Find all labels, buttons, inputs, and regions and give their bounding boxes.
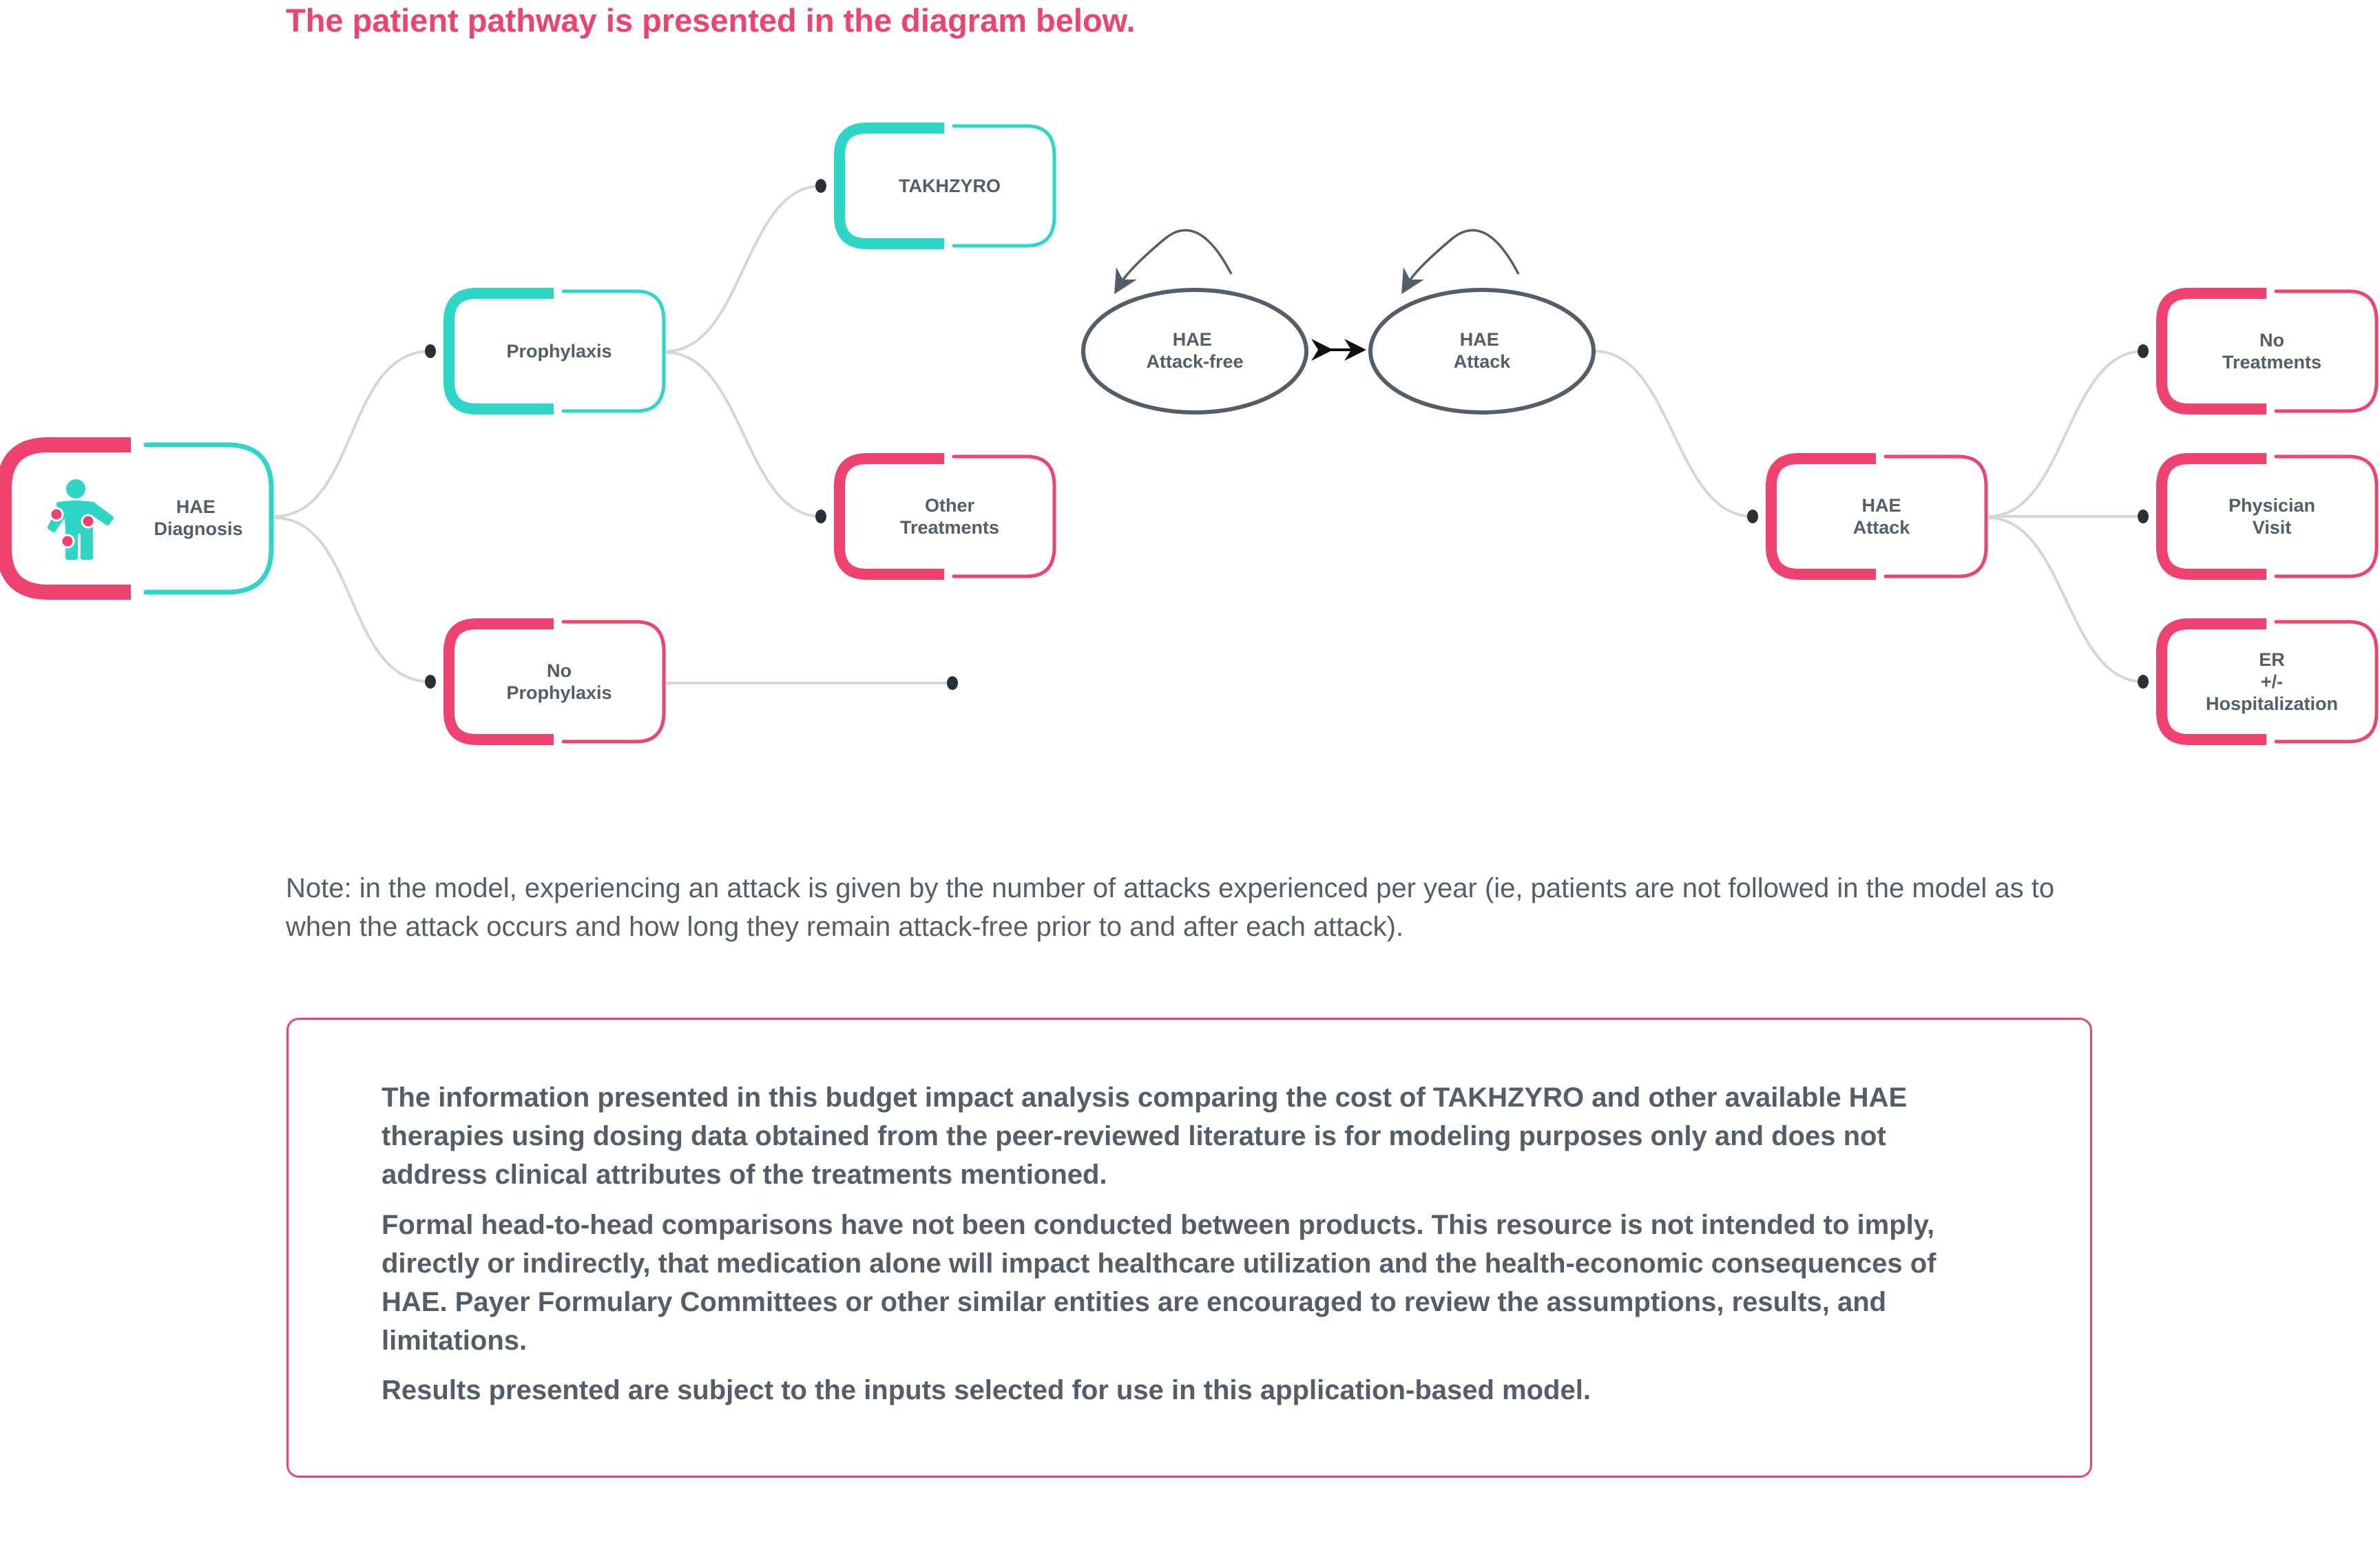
self-loop-arrow (1114, 229, 1233, 295)
connector-dot (2138, 675, 2149, 689)
state-hae-attack: HAE Attack (1368, 229, 1596, 415)
patient-pathway-diagram: HAE Diagnosis Prophylaxis No Prophylaxis TA… (0, 123, 2379, 745)
connector-attack-er (1987, 516, 2144, 683)
connector-dot (815, 510, 826, 523)
node-label: Physician Visit (2228, 495, 2315, 538)
self-loop-arrow (1401, 229, 1520, 295)
box-left-bracket (443, 618, 554, 745)
connector-dot (2138, 510, 2149, 523)
state-hae-attack-free: HAE Attack-free (1081, 229, 1308, 415)
node-no-treatments: No Treatments (2156, 288, 2379, 415)
node-label: HAE Attack (1853, 495, 1911, 538)
box-right-bracket (1883, 454, 1988, 578)
node-label: Prophylaxis (506, 341, 612, 362)
box-left-bracket (2156, 618, 2266, 745)
connector-dot (2138, 344, 2149, 358)
box-left-bracket (2156, 288, 2266, 415)
node-label: No Treatments (2222, 330, 2321, 373)
connector-dot (947, 676, 958, 690)
node-takhzyro: TAKHZYRO (834, 123, 1056, 249)
connector-prophylaxis-other (665, 351, 822, 518)
disclaimer-paragraph: Formal head-to-head comparisons have not… (382, 1210, 1937, 1356)
box-right-bracket (952, 454, 1056, 578)
connector-attack-no-treatments (1987, 350, 2144, 518)
node-prophylaxis: Prophylaxis (443, 288, 666, 415)
patient-figure-icon (48, 479, 114, 560)
connector-attack-to-hae-attack (1594, 350, 1753, 518)
box-left-bracket (1766, 453, 1876, 580)
node-physician-visit: Physician Visit (2156, 453, 2379, 580)
box-left-bracket (834, 453, 944, 580)
connector-dot (815, 179, 826, 193)
box-right-bracket (2274, 454, 2379, 578)
node-hae-diagnosis: HAE Diagnosis (0, 437, 274, 600)
connector-diagnosis-prophylaxis (273, 350, 431, 518)
connector-dot (425, 675, 436, 689)
box-right-bracket (561, 620, 666, 744)
node-label: ER +/-Hospitalization (2206, 649, 2338, 714)
node-hae-attack: HAE Attack (1766, 453, 1988, 580)
node-er-hospitalization: ER +/-Hospitalization (2156, 618, 2379, 745)
connector-dot (1747, 510, 1758, 523)
node-label: Other Treatments (900, 495, 999, 538)
node-no-prophylaxis: No Prophylaxis (443, 618, 666, 745)
model-note: Note: in the model, experiencing an atta… (286, 873, 2055, 942)
connector-prophylaxis-takhzyro (665, 185, 822, 353)
disclaimer-box: The information presented in this budget… (286, 1018, 2092, 1478)
connector-dot (425, 344, 436, 358)
node-label: HAE Diagnosis (154, 496, 242, 539)
node-label: HAE Attack-free (1146, 329, 1243, 372)
connector-diagnosis-no-prophylaxis (273, 516, 431, 683)
box-right-bracket (2274, 620, 2379, 744)
node-label: HAE Attack (1454, 329, 1512, 372)
node-other-treatments: Other Treatments (834, 453, 1056, 580)
box-right-bracket (2274, 289, 2379, 413)
box-left-bracket (2156, 453, 2266, 580)
node-label: TAKHZYRO (899, 176, 1001, 196)
node-label: No Prophylaxis (506, 660, 612, 703)
disclaimer-paragraph: The information presented in this budget… (382, 1082, 1908, 1190)
disclaimer-paragraph: Results presented are subject to the inp… (382, 1375, 1591, 1405)
